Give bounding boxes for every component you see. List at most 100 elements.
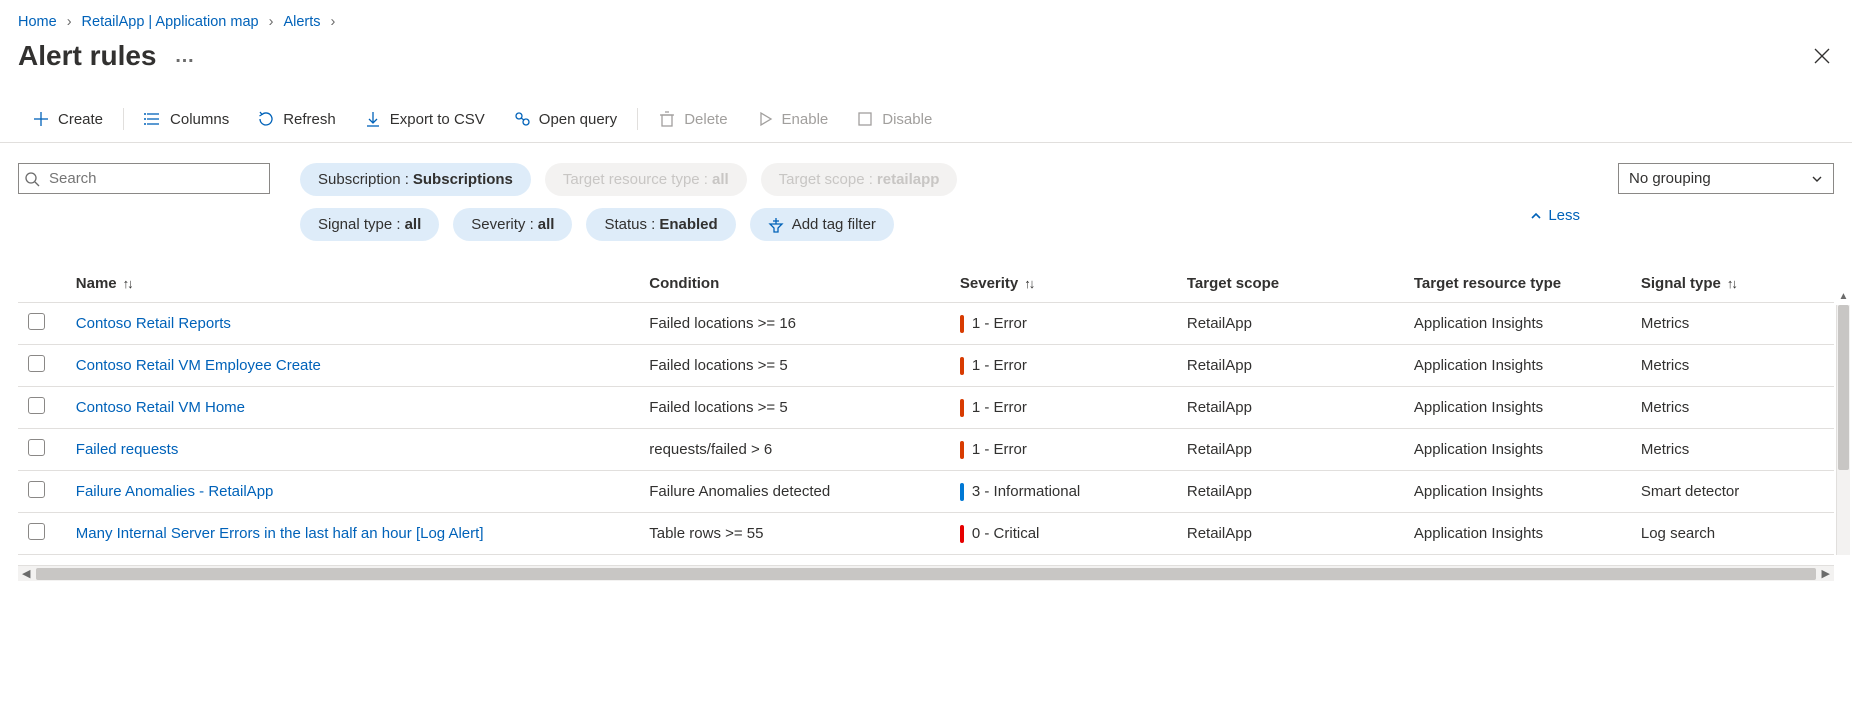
add-tag-filter[interactable]: Add tag filter <box>750 208 894 241</box>
separator <box>637 108 638 130</box>
row-checkbox[interactable] <box>28 355 45 372</box>
scroll-left-icon: ◀ <box>22 567 30 580</box>
chevron-right-icon: › <box>59 14 80 30</box>
target-scope: RetailApp <box>1177 345 1404 387</box>
columns-icon <box>144 110 162 128</box>
table-row: Failed requestsrequests/failed > 61 - Er… <box>18 429 1834 471</box>
sort-icon: ↑↓ <box>1727 276 1736 291</box>
grouping-select[interactable]: No grouping <box>1618 163 1834 194</box>
col-severity[interactable]: Severity↑↓ <box>950 265 1177 303</box>
refresh-icon <box>257 110 275 128</box>
rule-condition: Table rows >= 55 <box>639 513 950 555</box>
breadcrumb-appmap[interactable]: RetailApp | Application map <box>82 14 259 30</box>
target-scope: RetailApp <box>1177 513 1404 555</box>
search-icon <box>24 171 40 187</box>
columns-button[interactable]: Columns <box>130 106 243 132</box>
filter-status[interactable]: Status :Enabled <box>586 208 735 241</box>
col-sigtype[interactable]: Signal type↑↓ <box>1631 265 1834 303</box>
table-row: Contoso Retail VM Home Failed locations >… <box>18 387 1834 429</box>
refresh-button[interactable]: Refresh <box>243 106 350 132</box>
scrollbar-thumb[interactable] <box>1838 305 1849 470</box>
row-checkbox[interactable] <box>28 439 45 456</box>
rule-name-link[interactable]: Contoso Retail Reports <box>76 315 231 332</box>
scroll-right-icon: ▶ <box>1822 567 1830 580</box>
plus-icon <box>32 110 50 128</box>
target-resource-type: Application Insights <box>1404 303 1631 345</box>
severity-bar-icon <box>960 525 964 543</box>
enable-button: Enable <box>742 106 843 132</box>
target-resource-type: Application Insights <box>1404 513 1631 555</box>
rule-name-link[interactable]: Contoso Retail VM Home <box>76 399 245 416</box>
query-icon <box>513 110 531 128</box>
search-input-wrap <box>18 163 270 194</box>
delete-button: Delete <box>644 106 741 132</box>
checkbox-icon <box>856 110 874 128</box>
disable-button: Disable <box>842 106 946 132</box>
more-icon[interactable]: … <box>175 45 197 68</box>
chevron-right-icon: › <box>261 14 282 30</box>
rule-name-link[interactable]: Contoso Retail VM Employee Create <box>76 357 321 374</box>
table-row: Contoso Retail VM Employee CreateFailed … <box>18 345 1834 387</box>
open-query-button[interactable]: Open query <box>499 106 631 132</box>
sort-icon: ↑↓ <box>123 276 132 291</box>
severity-bar-icon <box>960 357 964 375</box>
collapse-filters[interactable]: Less <box>1530 163 1588 224</box>
scroll-up-icon: ▲ <box>1837 291 1850 302</box>
signal-type: Metrics <box>1631 303 1834 345</box>
signal-type: Metrics <box>1631 345 1834 387</box>
breadcrumb-home[interactable]: Home <box>18 14 57 30</box>
severity-bar-icon <box>960 315 964 333</box>
severity-bar-icon <box>960 441 964 459</box>
target-scope: RetailApp <box>1177 303 1404 345</box>
target-scope: RetailApp <box>1177 429 1404 471</box>
target-resource-type: Application Insights <box>1404 429 1631 471</box>
signal-type: Smart detector <box>1631 471 1834 513</box>
target-resource-type: Application Insights <box>1404 387 1631 429</box>
target-scope: RetailApp <box>1177 387 1404 429</box>
filter-severity[interactable]: Severity :all <box>453 208 572 241</box>
chevron-down-icon <box>1811 173 1823 185</box>
rule-condition: requests/failed > 6 <box>639 429 950 471</box>
signal-type: Metrics <box>1631 429 1834 471</box>
sort-icon: ↑↓ <box>1024 276 1033 291</box>
rule-condition: Failure Anomalies detected <box>639 471 950 513</box>
signal-type: Log search <box>1631 513 1834 555</box>
rule-name-link[interactable]: Failed requests <box>76 441 179 458</box>
close-icon[interactable] <box>1812 46 1832 66</box>
chevron-up-icon <box>1530 210 1542 222</box>
filter-subscription[interactable]: Subscription :Subscriptions <box>300 163 531 196</box>
severity-cell: 1 - Error <box>960 357 1167 375</box>
row-checkbox[interactable] <box>28 523 45 540</box>
col-condition[interactable]: Condition <box>639 265 950 303</box>
breadcrumb-alerts[interactable]: Alerts <box>283 14 320 30</box>
table-row: Contoso Retail Reports Failed locations >… <box>18 303 1834 345</box>
target-scope: RetailApp <box>1177 471 1404 513</box>
severity-cell: 3 - Informational <box>960 483 1167 501</box>
severity-cell: 0 - Critical <box>960 525 1167 543</box>
vertical-scrollbar[interactable]: ▲ <box>1836 305 1850 555</box>
col-name[interactable]: Name↑↓ <box>66 265 639 303</box>
chevron-right-icon: › <box>323 14 344 30</box>
row-checkbox[interactable] <box>28 397 45 414</box>
col-restype[interactable]: Target resource type <box>1404 265 1631 303</box>
separator <box>123 108 124 130</box>
horizontal-scrollbar[interactable]: ◀ ▶ <box>18 565 1834 581</box>
search-input[interactable] <box>18 163 270 194</box>
target-resource-type: Application Insights <box>1404 471 1631 513</box>
breadcrumb: Home › RetailApp | Application map › Ale… <box>0 0 1852 36</box>
scrollbar-thumb[interactable] <box>36 568 1815 580</box>
download-icon <box>364 110 382 128</box>
rule-condition: Failed locations >= 16 <box>639 303 950 345</box>
filter-signal-type[interactable]: Signal type :all <box>300 208 439 241</box>
row-checkbox[interactable] <box>28 481 45 498</box>
filter-target-scope: Target scope :retailapp <box>761 163 958 196</box>
col-scope[interactable]: Target scope <box>1177 265 1404 303</box>
signal-type: Metrics <box>1631 387 1834 429</box>
export-csv-button[interactable]: Export to CSV <box>350 106 499 132</box>
play-icon <box>756 110 774 128</box>
create-button[interactable]: Create <box>18 106 117 132</box>
rule-name-link[interactable]: Failure Anomalies - RetailApp <box>76 483 274 500</box>
rule-name-link[interactable]: Many Internal Server Errors in the last … <box>76 525 484 542</box>
row-checkbox[interactable] <box>28 313 45 330</box>
rule-condition: Failed locations >= 5 <box>639 387 950 429</box>
